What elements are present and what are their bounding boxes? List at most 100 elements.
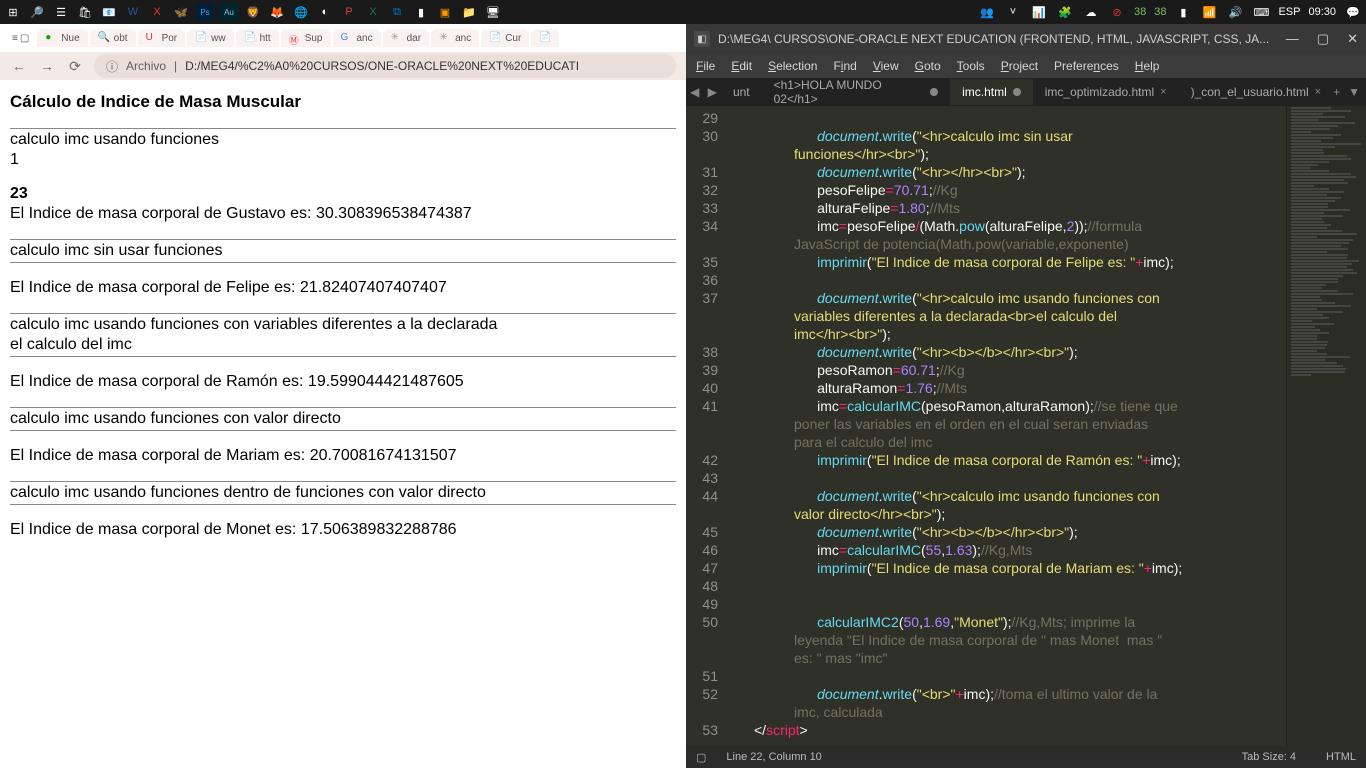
sublime-icon[interactable]: ▣ bbox=[436, 3, 454, 21]
cursor-position: Line 22, Column 10 bbox=[726, 751, 821, 763]
app2-icon[interactable]: ◐ bbox=[316, 3, 334, 21]
editor-tabstrip: ◀ ▶ unt <h1>HOLA MUNDO 02</h1> imc.html … bbox=[686, 78, 1366, 106]
menu-goto[interactable]: Goto bbox=[915, 59, 941, 73]
language-indicator[interactable]: ESP bbox=[1278, 6, 1300, 18]
cmd-icon[interactable]: ▮ bbox=[412, 3, 430, 21]
sidepanel-icon[interactable]: ▢ bbox=[20, 33, 29, 44]
menu-view[interactable]: View bbox=[873, 59, 899, 73]
ime-icon[interactable]: ⌨ bbox=[1252, 3, 1270, 21]
sync-icon[interactable]: 🧩 bbox=[1056, 3, 1074, 21]
browser-tab[interactable]: ⓂSup bbox=[281, 29, 331, 47]
firefox-icon[interactable]: 🦊 bbox=[268, 3, 286, 21]
text: El Indice de masa corporal de Ramón es: … bbox=[10, 373, 676, 391]
taskview-icon[interactable]: ☰ bbox=[52, 3, 70, 21]
wifi-icon[interactable]: 📶 bbox=[1200, 3, 1218, 21]
tab-scroll-left[interactable]: ◀ bbox=[686, 85, 703, 99]
text: el calculo del imc bbox=[10, 336, 676, 354]
menu-tools[interactable]: Tools bbox=[957, 59, 985, 73]
minimize-button[interactable]: — bbox=[1286, 31, 1299, 47]
edge-icon[interactable]: 🌐 bbox=[292, 3, 310, 21]
browser-tab[interactable]: ●Nue bbox=[37, 29, 87, 47]
tab-close-icon[interactable]: × bbox=[1160, 86, 1166, 98]
menu-project[interactable]: Project bbox=[1001, 59, 1038, 73]
explorer-icon[interactable]: 📁 bbox=[460, 3, 478, 21]
x-icon[interactable]: X bbox=[148, 3, 166, 21]
text: El Indice de masa corporal de Gustavo es… bbox=[10, 205, 676, 223]
syntax-mode[interactable]: HTML bbox=[1326, 751, 1356, 763]
browser-tab[interactable]: 📄 bbox=[531, 29, 559, 47]
tab-size[interactable]: Tab Size: 4 bbox=[1242, 751, 1296, 763]
browser-tab[interactable]: ✳dar bbox=[383, 29, 429, 47]
text: calculo imc sin usar funciones bbox=[10, 242, 676, 260]
browser-tab[interactable]: ✳anc bbox=[431, 29, 479, 47]
word-icon[interactable]: W bbox=[124, 3, 142, 21]
text: calculo imc usando funciones dentro de f… bbox=[10, 484, 676, 502]
mail-icon[interactable]: 📧 bbox=[100, 3, 118, 21]
reload-button[interactable]: ⟳ bbox=[66, 57, 84, 75]
modified-dot-icon bbox=[1013, 88, 1021, 96]
text: calculo imc usando funciones con variabl… bbox=[10, 316, 676, 334]
panel-toggle-icon[interactable]: ▢ bbox=[696, 751, 706, 764]
browser-tab[interactable]: UPor bbox=[138, 29, 186, 47]
editor-tab[interactable]: )_con_el_usuario.html× bbox=[1179, 79, 1334, 105]
audition-icon[interactable]: Au bbox=[220, 3, 238, 21]
browser-tab[interactable]: Ganc bbox=[333, 29, 381, 47]
menu-find[interactable]: Find bbox=[833, 59, 856, 73]
menu-file[interactable]: File bbox=[696, 59, 715, 73]
editor-tab[interactable]: unt bbox=[721, 79, 762, 105]
new-tab-button[interactable]: + bbox=[1333, 85, 1340, 99]
menu-help[interactable]: Help bbox=[1135, 59, 1160, 73]
code-editor[interactable]: 2930313233343536373839404142434445464748… bbox=[686, 106, 1366, 746]
menu-edit[interactable]: Edit bbox=[731, 59, 752, 73]
browser-tab[interactable]: 🔍obt bbox=[90, 29, 136, 47]
minimap[interactable] bbox=[1286, 106, 1366, 746]
taskbar-right: 👥 ˅ 📊 🧩 ☁ ⊘ 38 38 ▮ 📶 🔊 ⌨ ESP 09:30 💬 bbox=[978, 3, 1362, 21]
menu-selection[interactable]: Selection bbox=[768, 59, 817, 73]
chevron-up-icon[interactable]: ˅ bbox=[1004, 3, 1022, 21]
vscode-icon[interactable]: ⧉ bbox=[388, 3, 406, 21]
tab-close-icon[interactable]: × bbox=[1315, 86, 1321, 98]
start-icon[interactable]: ⊞ bbox=[4, 3, 22, 21]
browser-tabstrip: ≡ ▢ ●Nue 🔍obt UPor 📄ww 📄htt ⓂSup Ganc ✳d… bbox=[0, 24, 686, 52]
notifications-icon[interactable]: 💬 bbox=[1344, 3, 1362, 21]
tab-scroll-right[interactable]: ▶ bbox=[703, 85, 720, 99]
people-icon[interactable]: 👥 bbox=[978, 3, 996, 21]
excel-icon[interactable]: X bbox=[364, 3, 382, 21]
browser-toolbar: ← → ⟳ ⓘ Archivo | D:/MEG4/%C2%A0%20CURSO… bbox=[0, 52, 686, 80]
browser-tab[interactable]: 📄Cur bbox=[481, 29, 529, 47]
back-button[interactable]: ← bbox=[10, 57, 28, 75]
battery-icon[interactable]: ▮ bbox=[1174, 3, 1192, 21]
forward-button[interactable]: → bbox=[38, 57, 56, 75]
address-bar[interactable]: ⓘ Archivo | D:/MEG4/%C2%A0%20CURSOS/ONE-… bbox=[94, 54, 676, 78]
store-icon[interactable]: 🛍 bbox=[76, 3, 94, 21]
menu-preferences[interactable]: Preferences bbox=[1054, 59, 1119, 73]
monitor-icon[interactable]: 🖥 bbox=[484, 3, 502, 21]
browser-tab[interactable]: 📄ww bbox=[187, 29, 233, 47]
cloud-icon[interactable]: ☁ bbox=[1082, 3, 1100, 21]
title-bar: ◧ D:\MEG4\ CURSOS\ONE-ORACLE NEXT EDUCAT… bbox=[686, 24, 1366, 54]
browser-window: ≡ ▢ ●Nue 🔍obt UPor 📄ww 📄htt ⓂSup Ganc ✳d… bbox=[0, 24, 686, 768]
text: 1 bbox=[10, 151, 676, 169]
close-button[interactable]: ✕ bbox=[1347, 31, 1358, 47]
volume-icon[interactable]: 🔊 bbox=[1226, 3, 1244, 21]
shield-icon[interactable]: ⊘ bbox=[1108, 3, 1126, 21]
code-area[interactable]: document.write("<hr>calculo imc sin usar… bbox=[726, 106, 1366, 746]
brave-icon[interactable]: 🦁 bbox=[244, 3, 262, 21]
tab-dropdown-button[interactable]: ▼ bbox=[1348, 85, 1360, 99]
badge-1: 38 bbox=[1134, 6, 1146, 18]
powerpoint-icon[interactable]: P bbox=[340, 3, 358, 21]
tray-icon[interactable]: 📊 bbox=[1030, 3, 1048, 21]
clock[interactable]: 09:30 bbox=[1308, 6, 1336, 18]
editor-tab-active[interactable]: imc.html bbox=[950, 79, 1033, 105]
sidebar-icon[interactable]: ≡ bbox=[12, 33, 18, 44]
editor-tab[interactable]: imc_optimizado.html× bbox=[1033, 79, 1179, 105]
window-title: D:\MEG4\ CURSOS\ONE-ORACLE NEXT EDUCATIO… bbox=[718, 32, 1269, 46]
app-icon[interactable]: 🦋 bbox=[172, 3, 190, 21]
photoshop-icon[interactable]: Ps bbox=[196, 3, 214, 21]
badge-2: 38 bbox=[1154, 6, 1166, 18]
url-scheme: Archivo bbox=[126, 59, 166, 73]
maximize-button[interactable]: ▢ bbox=[1317, 31, 1329, 47]
browser-tab[interactable]: 📄htt bbox=[236, 29, 279, 47]
info-icon[interactable]: ⓘ bbox=[106, 58, 118, 75]
search-icon[interactable]: 🔎 bbox=[28, 3, 46, 21]
